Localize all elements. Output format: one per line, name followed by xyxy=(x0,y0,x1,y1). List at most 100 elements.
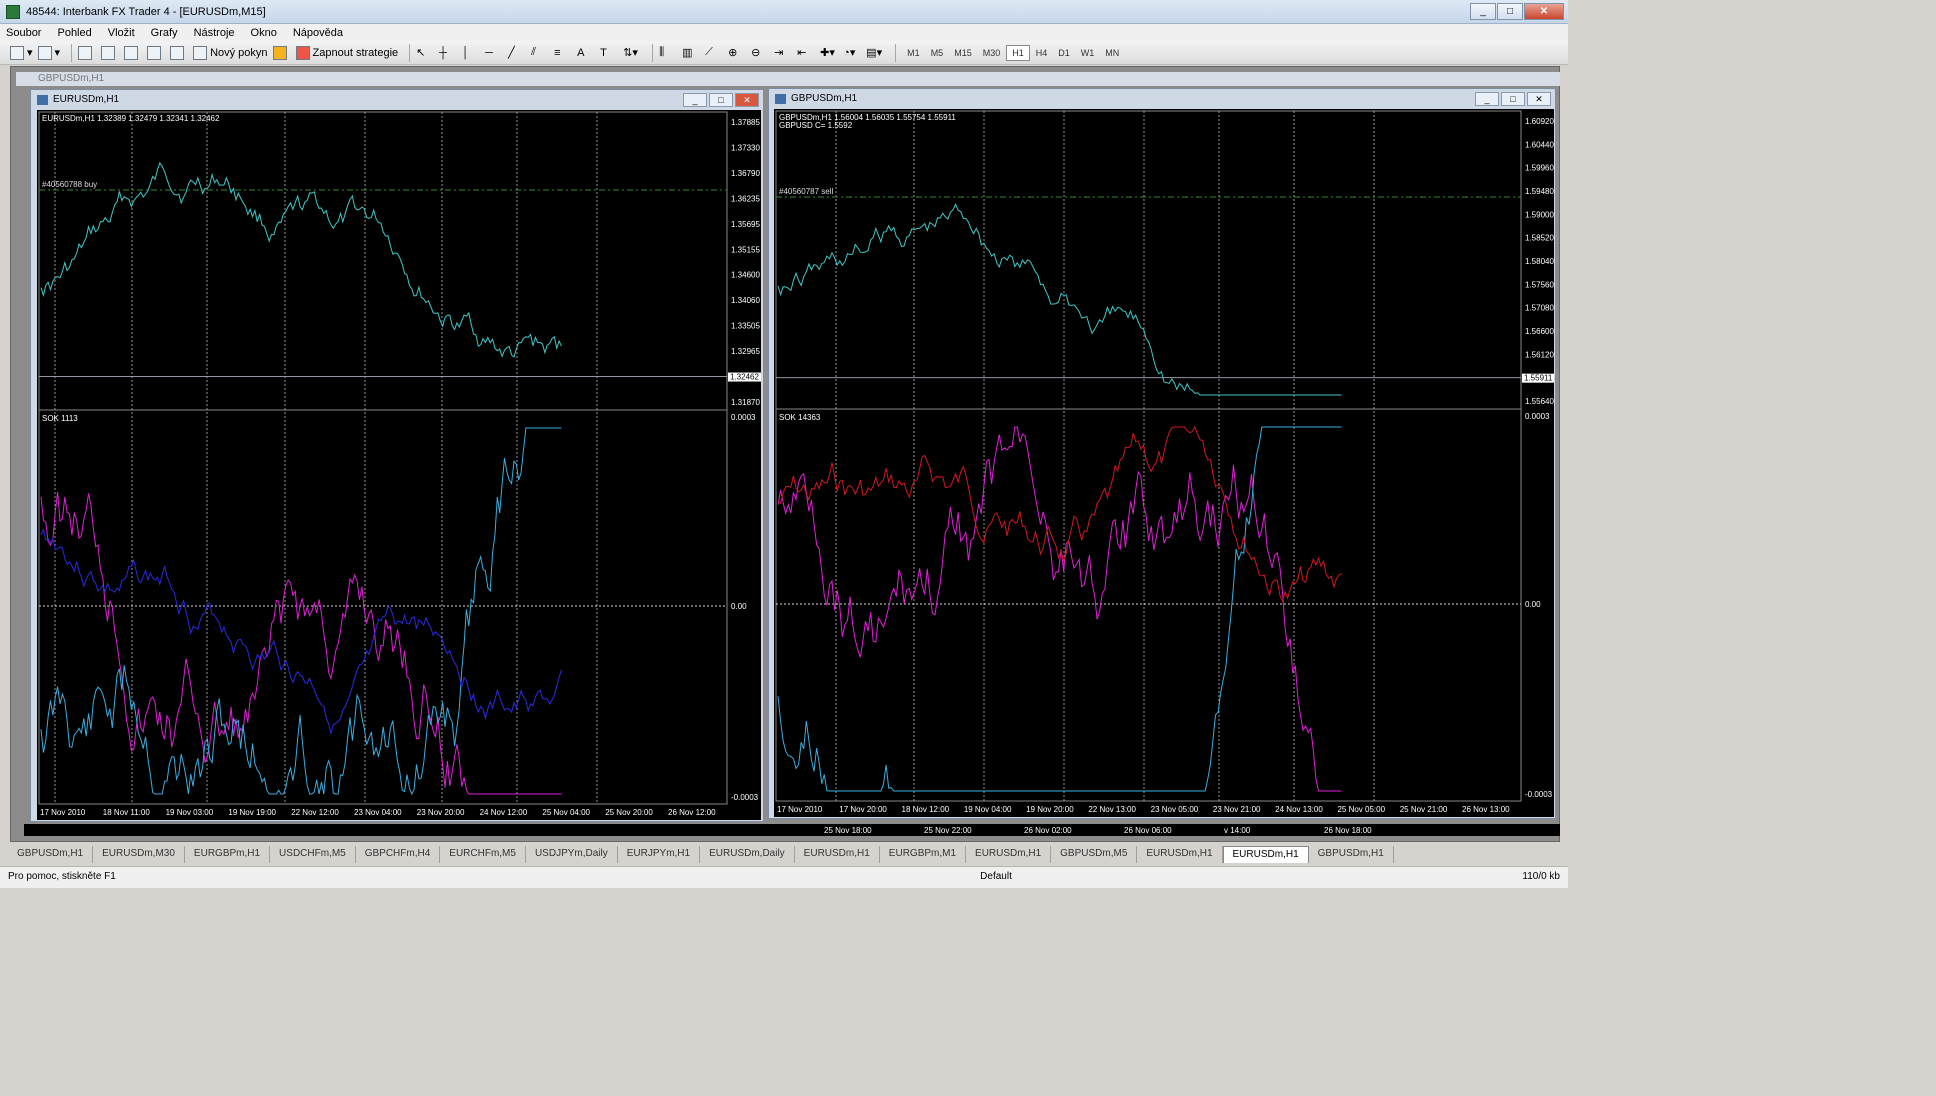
eurusd-window-controls: _ □ ✕ xyxy=(681,93,759,107)
eurusd-close-button[interactable]: ✕ xyxy=(735,93,759,107)
tester-button[interactable] xyxy=(170,44,188,62)
gbpusd-minimize-button[interactable]: _ xyxy=(1475,92,1499,106)
chart-shift-button[interactable]: ⇤ xyxy=(797,44,815,62)
chart-tab[interactable]: EURUSDm,H1 xyxy=(795,846,880,863)
chart-tab[interactable]: EURUSDm,Daily xyxy=(700,846,795,863)
menu-okno[interactable]: Okno xyxy=(251,27,277,39)
indicators-button[interactable]: ✚▾ xyxy=(820,44,838,62)
price-scale-label: 1.57080 xyxy=(1525,304,1554,313)
chart-tab[interactable]: EURUSDm,H1 xyxy=(1222,846,1309,863)
vertical-line-tool[interactable]: │ xyxy=(462,44,480,62)
price-scale-label: 1.60920 xyxy=(1525,117,1554,126)
eurusd-chart[interactable]: 1.37885 1.37330 1.36790 1.36235 1.35695 1.351… xyxy=(37,110,762,820)
strip-time-label: 26 Nov 02:00 xyxy=(1024,826,1072,835)
price-scale-label: 1.59000 xyxy=(1525,210,1554,219)
time-axis-label: 25 Nov 21:00 xyxy=(1400,805,1448,814)
chart-tab[interactable]: GBPUSDm,H1 xyxy=(8,846,94,863)
timeframe-h4[interactable]: H4 xyxy=(1031,46,1053,60)
terminal-button[interactable] xyxy=(147,44,165,62)
menu-napoveda[interactable]: Nápověda xyxy=(293,27,343,39)
menu-soubor[interactable]: Soubor xyxy=(6,27,41,39)
chart-tab[interactable]: GBPCHFm,H4 xyxy=(356,846,441,863)
auto-scroll-button[interactable]: ⇥ xyxy=(774,44,792,62)
channel-tool[interactable]: ⫽ xyxy=(531,44,549,62)
time-axis-label: 22 Nov 13:00 xyxy=(1088,805,1136,814)
trendline-tool[interactable]: ╱ xyxy=(508,44,526,62)
gbpusd-close-button[interactable]: ✕ xyxy=(1527,92,1551,106)
arrows-tool[interactable]: ⇅▾ xyxy=(623,44,641,62)
new-chart-button[interactable]: ▾ xyxy=(10,44,33,62)
zoom-in-button[interactable]: ⊕ xyxy=(728,44,746,62)
gbpusd-window-titlebar[interactable]: GBPUSDm,H1 _ □ ✕ xyxy=(769,89,1555,109)
new-order-icon xyxy=(193,45,208,60)
chart-tab[interactable]: USDJPYm,Daily xyxy=(526,846,618,863)
timeframe-m30[interactable]: M30 xyxy=(978,46,1006,60)
zoom-out-button[interactable]: ⊖ xyxy=(751,44,769,62)
background-chart-window[interactable]: GBPUSDm,H1 xyxy=(16,72,1560,86)
new-order-button[interactable]: Nový pokyn xyxy=(193,44,268,62)
status-profile: Default xyxy=(980,871,1012,882)
price-scale-label: 1.35695 xyxy=(731,220,760,229)
chart-tab[interactable]: EURUSDm,H1 xyxy=(1137,846,1223,863)
chart-tab[interactable]: EURUSDm,H1 xyxy=(966,846,1052,863)
timeframe-mn[interactable]: MN xyxy=(1100,46,1124,60)
data-window-button[interactable] xyxy=(124,44,142,62)
line-chart-button[interactable]: ⟋ xyxy=(705,44,723,62)
chart-tab[interactable]: EURGBPm,H1 xyxy=(185,846,271,863)
price-scale-label: 1.34060 xyxy=(731,296,760,305)
expert-advisors-button[interactable]: Zapnout strategie xyxy=(295,44,399,62)
label-tool[interactable]: T xyxy=(600,44,618,62)
crosshair-tool[interactable]: ┼ xyxy=(439,44,457,62)
meta-editor-button[interactable] xyxy=(272,44,291,62)
minimize-button[interactable]: _ xyxy=(1470,3,1496,20)
time-axis-label: 19 Nov 04:00 xyxy=(964,805,1012,814)
close-button[interactable]: ✕ xyxy=(1524,3,1564,20)
market-watch-button[interactable] xyxy=(78,44,96,62)
menu-vlozit[interactable]: Vložit xyxy=(108,27,135,39)
chart-tab[interactable]: GBPUSDm,H1 xyxy=(1309,846,1394,863)
strip-time-label: 25 Nov 18:00 xyxy=(824,826,872,835)
timeframe-m1[interactable]: M1 xyxy=(902,46,925,60)
bar-chart-button[interactable]: ⫼ xyxy=(659,44,677,62)
menu-nastroje[interactable]: Nástroje xyxy=(194,27,235,39)
eurusd-window-titlebar[interactable]: EURUSDm,H1 _ □ ✕ xyxy=(31,90,763,110)
gbpusd-maximize-button[interactable]: □ xyxy=(1501,92,1525,106)
tester-icon xyxy=(170,45,185,60)
timeframe-m15[interactable]: M15 xyxy=(949,46,977,60)
candle-chart-button[interactable]: ▥ xyxy=(682,44,700,62)
templates-button[interactable]: ▤▾ xyxy=(866,44,884,62)
chart-tab[interactable]: EURJPYm,H1 xyxy=(618,846,701,863)
time-axis-label: 19 Nov 19:00 xyxy=(228,808,276,817)
status-help: Pro pomoc, stiskněte F1 xyxy=(8,871,116,882)
cursor-tool[interactable]: ↖ xyxy=(416,44,434,62)
status-bar: Pro pomoc, stiskněte F1 Default 110/0 kb xyxy=(0,866,1568,888)
eurusd-window-title: EURUSDm,H1 xyxy=(53,94,120,105)
chart-tab[interactable]: EURUSDm,M30 xyxy=(93,846,185,863)
horizontal-line-tool[interactable]: ─ xyxy=(485,44,503,62)
chart-header-2: GBPUSD C= 1.5592 xyxy=(779,121,853,130)
eurusd-maximize-button[interactable]: □ xyxy=(709,93,733,107)
menu-grafy[interactable]: Grafy xyxy=(151,27,178,39)
time-axis-label: 18 Nov 12:00 xyxy=(902,805,950,814)
chart-tab[interactable]: GBPUSDm,M5 xyxy=(1051,846,1138,863)
menu-pohled[interactable]: Pohled xyxy=(57,27,91,39)
app-title: 48544: Interbank FX Trader 4 - [EURUSDm,… xyxy=(26,5,266,18)
chart-tab[interactable]: EURCHFm,M5 xyxy=(440,846,526,863)
periods-button[interactable]: ◔▾ xyxy=(843,44,861,62)
time-axis-label: 22 Nov 12:00 xyxy=(291,808,339,817)
eurusd-minimize-button[interactable]: _ xyxy=(683,93,707,107)
time-axis-label: 26 Nov 13:00 xyxy=(1462,805,1510,814)
timeframe-w1[interactable]: W1 xyxy=(1076,46,1100,60)
gbpusd-chart[interactable]: 1.60920 1.60440 1.59960 1.59480 1.59000 1.585… xyxy=(774,109,1556,817)
timeframe-h1[interactable]: H1 xyxy=(1006,44,1030,61)
navigator-button[interactable] xyxy=(101,44,119,62)
text-tool[interactable]: A xyxy=(577,44,595,62)
maximize-button[interactable]: □ xyxy=(1497,3,1523,20)
timeframe-m5[interactable]: M5 xyxy=(926,46,949,60)
timeframe-d1[interactable]: D1 xyxy=(1053,46,1075,60)
profiles-button[interactable]: ▾ xyxy=(37,44,60,62)
chart-tab[interactable]: USDCHFm,M5 xyxy=(270,846,356,863)
expert-advisors-label: Zapnout strategie xyxy=(312,46,399,59)
chart-tab[interactable]: EURGBPm,M1 xyxy=(880,846,967,863)
fibonacci-tool[interactable]: ≡ xyxy=(554,44,572,62)
